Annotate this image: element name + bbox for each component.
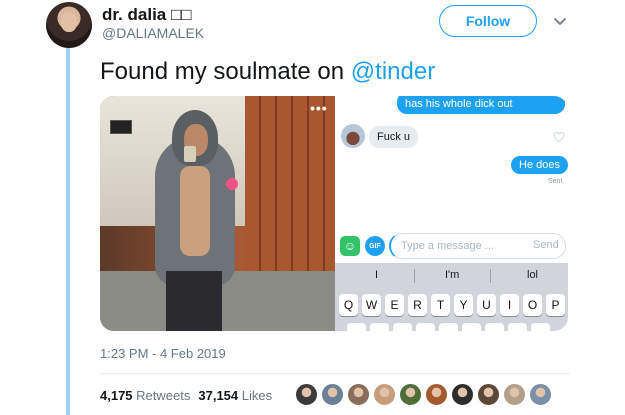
liker-avatar[interactable] xyxy=(451,383,474,406)
heart-icon xyxy=(553,131,565,143)
more-options-icon[interactable]: ••• xyxy=(310,100,328,116)
liked-by-avatars[interactable] xyxy=(295,383,552,406)
key: R xyxy=(408,294,427,316)
key-partial xyxy=(462,323,481,331)
tweet-text: Found my soulmate on @tinder xyxy=(100,58,435,86)
key-partial xyxy=(485,323,504,331)
key-partial xyxy=(531,323,550,331)
avatar[interactable] xyxy=(46,2,92,48)
key: E xyxy=(385,294,404,316)
send-label: Send xyxy=(533,239,559,251)
tweet-stats: 4,175 Retweets 37,154 Likes xyxy=(100,388,272,403)
keyboard: I I'm lol Q W E R T Y U I O P xyxy=(335,263,568,331)
display-name[interactable]: dr. dalia □□ xyxy=(102,5,192,25)
liker-avatar[interactable] xyxy=(529,383,552,406)
liker-avatar[interactable] xyxy=(347,383,370,406)
likes-count: 37,154 xyxy=(198,388,239,403)
liker-avatar[interactable] xyxy=(321,383,344,406)
key: P xyxy=(546,294,565,316)
photo-person-legs xyxy=(166,271,222,331)
tweet-text-body: Found my soulmate on xyxy=(100,58,351,85)
photo-phone xyxy=(184,146,196,162)
key-partial xyxy=(347,323,366,331)
chat-avatar xyxy=(341,124,365,148)
suggestion-1: I xyxy=(375,269,379,281)
photo-tv xyxy=(110,120,132,134)
key-partial xyxy=(508,323,527,331)
liker-avatar[interactable] xyxy=(399,383,422,406)
retweets-link[interactable]: 4,175 Retweets xyxy=(100,388,190,403)
likes-label: Likes xyxy=(241,388,273,403)
tweet-media[interactable]: ••• has his whole dick out Fuck u He doe… xyxy=(100,96,568,331)
emoji-icon: ☺ xyxy=(340,236,360,256)
key: U xyxy=(477,294,496,316)
avatar-face xyxy=(61,12,77,32)
gif-icon: GIF xyxy=(365,236,385,256)
key-partial xyxy=(370,323,389,331)
censor-dot xyxy=(226,178,238,190)
key: T xyxy=(431,294,450,316)
tweet-timestamp[interactable]: 1:23 PM - 4 Feb 2019 xyxy=(100,346,226,361)
key: I xyxy=(500,294,519,316)
photo-person-chest xyxy=(180,166,210,256)
chevron-down-icon[interactable] xyxy=(552,13,568,29)
divider xyxy=(100,373,570,374)
retweets-count: 4,175 xyxy=(100,388,133,403)
thread-line xyxy=(66,46,70,415)
chat-bubble-top: has his whole dick out xyxy=(397,96,565,114)
suggestion-divider xyxy=(490,269,491,283)
chat-bubble-sent: He does xyxy=(511,156,568,174)
sent-status: Sent xyxy=(548,178,563,185)
liker-avatar[interactable] xyxy=(295,383,318,406)
chat-screenshot[interactable]: has his whole dick out Fuck u He does Se… xyxy=(335,96,568,331)
selfie-photo[interactable]: ••• xyxy=(100,96,335,331)
chat-bubble-reply: Fuck u xyxy=(369,126,419,148)
mention-link[interactable]: @tinder xyxy=(351,58,435,85)
liker-avatar[interactable] xyxy=(373,383,396,406)
suggestion-2: I'm xyxy=(445,269,460,281)
keyboard-row-partial xyxy=(347,323,550,331)
likes-link[interactable]: 37,154 Likes xyxy=(198,388,272,403)
key: O xyxy=(523,294,542,316)
retweets-label: Retweets xyxy=(136,388,191,403)
user-handle[interactable]: @DALIAMALEK xyxy=(102,25,204,41)
liker-avatar[interactable] xyxy=(425,383,448,406)
key-partial xyxy=(393,323,412,331)
key: Y xyxy=(454,294,473,316)
suggestion-3: lol xyxy=(527,269,539,281)
liker-avatar[interactable] xyxy=(477,383,500,406)
key: Q xyxy=(339,294,358,316)
suggestion-divider xyxy=(414,269,415,283)
keyboard-row: Q W E R T Y U I O P xyxy=(339,294,565,316)
key-partial xyxy=(416,323,435,331)
key-partial xyxy=(439,323,458,331)
liker-avatar[interactable] xyxy=(503,383,526,406)
follow-button[interactable]: Follow xyxy=(439,5,537,37)
key: W xyxy=(362,294,381,316)
